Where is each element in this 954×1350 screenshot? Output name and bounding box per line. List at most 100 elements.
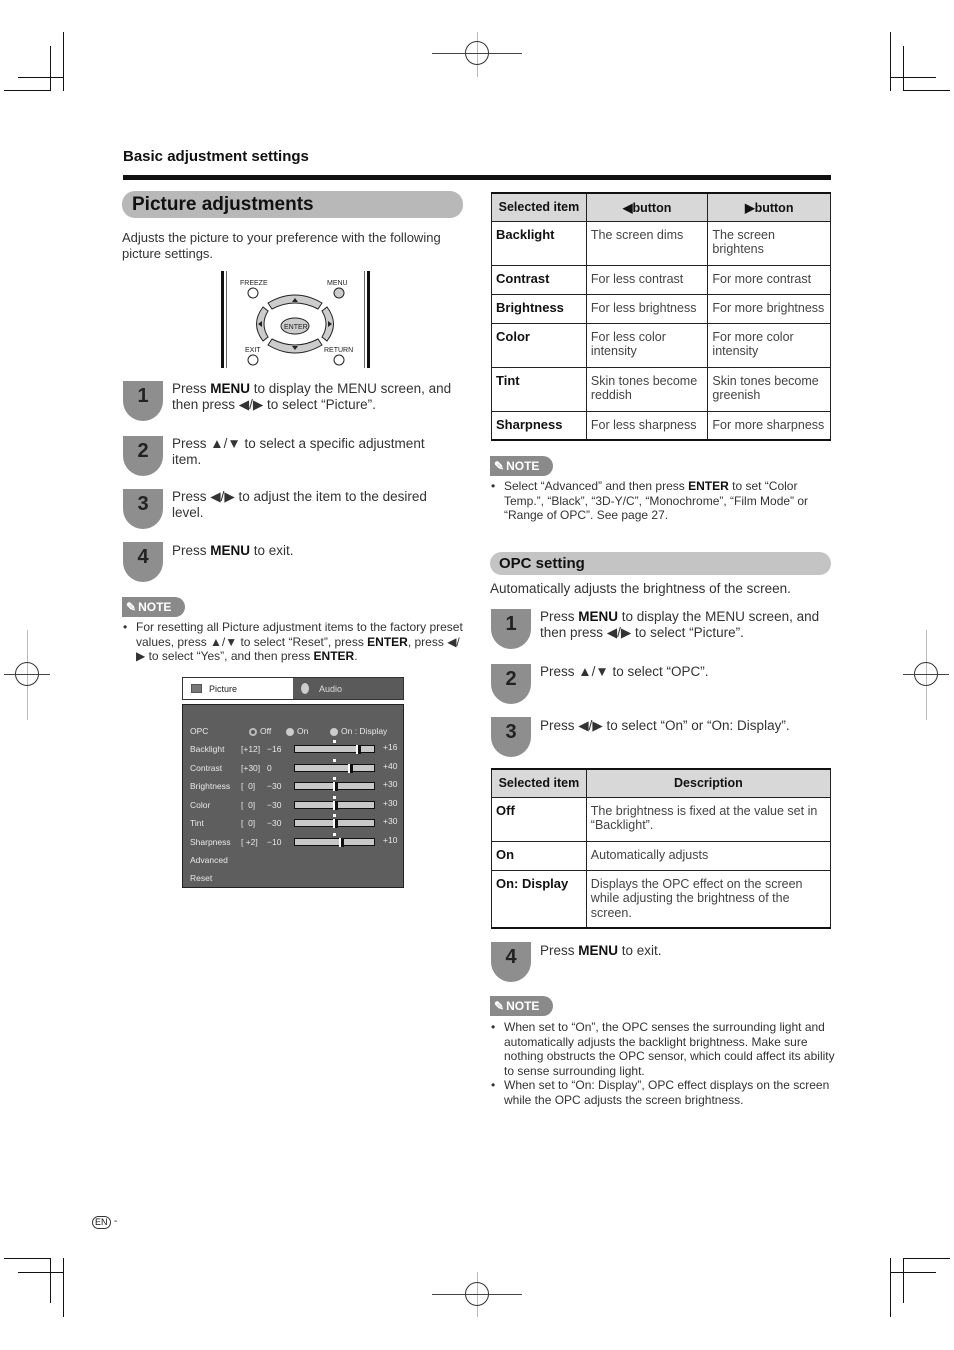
cell-description: The brightness is fixed at the value set… [585,796,832,842]
return-button [333,354,345,366]
table-row: Color For less color intensity For more co… [491,322,831,368]
cell-left-action: Skin tones become reddish [585,366,709,412]
opc-intro: Automatically adjusts the brightness of … [490,581,791,596]
cell-item: Color [491,322,587,368]
picture-icon [191,684,202,693]
slider-center-mark [333,814,336,817]
slider-track[interactable] [294,837,375,847]
slider-center-mark [333,795,336,799]
slider-current-value: [+30] [241,762,261,773]
tab-audio[interactable]: Audio [293,678,403,699]
slider-track[interactable] [294,745,375,754]
slider-center-mark [333,777,336,780]
opc-table: Selected item Description Off The brightn… [491,768,832,929]
menu-button [333,287,345,299]
cell-item: Backlight [491,220,587,266]
slider-thumb[interactable] [338,837,344,847]
slider-thumb[interactable] [332,782,338,791]
slider-label: Brightness [190,781,231,791]
slider-thumb[interactable] [332,800,338,810]
slider-current-value: [ 0] [241,818,256,828]
step-badge: 2 [491,664,531,704]
slider-track[interactable] [294,800,375,810]
opc-option-on[interactable]: On [286,725,308,737]
table-row: On: Display Displays the OPC effect on th… [491,869,832,929]
table-row: Backlight The screen dims The screen brigh… [491,220,831,266]
slider-current-value: [ +2] [241,836,258,847]
note-badge: ✎ NOTE [490,456,553,476]
slider-track[interactable] [294,763,375,773]
slider-center-mark [333,758,336,762]
step-text: Press MENU to display the MENU screen, a… [172,381,452,412]
table-row: Brightness For less brightness For more br… [491,293,831,324]
cell-left-action: For less color intensity [585,322,709,368]
paperclip-icon: ✎ [494,459,505,473]
note-text: Select “Advanced” and then press ENTER t… [490,479,835,523]
opc-option-on-display[interactable]: On : Display [330,725,387,737]
paperclip-icon: ✎ [126,600,137,614]
table-row: Contrast For less contrast For more contra… [491,264,831,295]
slider-current-value: [ 0] [241,799,256,810]
freeze-button [247,287,259,299]
cell-right-action: For more contrast [707,264,831,295]
slider-label: Tint [190,818,204,828]
cell-left-action: The screen dims [585,220,709,266]
svg-text:ENTER: ENTER [284,324,308,331]
cell-item: Tint [491,366,587,412]
step-text: Press ◀/▶ to adjust the item to the desi… [172,489,427,520]
slider-thumb[interactable] [332,819,338,828]
reset-item[interactable]: Reset [190,872,212,884]
cell-right-action: For more color intensity [707,322,831,368]
header-description: Description [585,768,832,798]
section-label: Basic adjustment settings [123,148,309,165]
slider-track[interactable] [294,782,375,791]
page-title: Picture adjustments [122,191,463,218]
menu-label: MENU [327,280,348,287]
slider-min: −30 [267,781,282,791]
language-mark: EN [92,1216,111,1229]
cell-item: Brightness [491,293,587,324]
header-selected-item: Selected item [491,768,587,798]
opc-label: OPC [190,726,209,736]
cell-right-action: Skin tones become greenish [707,366,831,412]
slider-max: +30 [383,816,398,826]
tab-picture[interactable]: Picture [183,678,293,699]
opc-setting-title: OPC setting [490,552,831,575]
step-text: Press ▲/▼ to select “OPC”. [540,664,709,679]
slider-track[interactable] [294,819,375,828]
section-divider [123,175,831,180]
cell-left-action: For less sharpness [585,410,709,441]
slider-center-mark [333,832,336,836]
cell-item: On [491,840,587,871]
table-row: Off The brightness is fixed at the value … [491,796,832,842]
step-badge: 2 [123,436,163,476]
slider-current-value: [ 0] [241,781,256,791]
slider-thumb[interactable] [348,763,354,773]
step-badge: 4 [491,942,531,982]
table-row: Sharpness For less sharpness For more shar… [491,410,831,441]
slider-thumb[interactable] [356,745,362,754]
slider-label: Sharpness [190,836,231,847]
step-badge: 1 [123,381,163,421]
opc-option-off[interactable]: Off [249,725,271,737]
intro-text: Adjusts the picture to your preference w… [122,230,441,261]
step-badge: 3 [491,717,531,757]
slider-min: −30 [267,799,282,810]
audio-icon [301,683,309,694]
cell-left-action: For less contrast [585,264,709,295]
cell-right-action: For more sharpness [707,410,831,441]
slider-current-value: [+12] [241,744,261,754]
step-text: Press ◀/▶ to select “On” or “On: Display… [540,718,790,733]
note-text: When set to “On”, the OPC senses the sur… [490,1020,835,1107]
step-badge: 4 [123,542,163,582]
table-row: On Automatically adjusts [491,840,832,871]
advanced-item[interactable]: Advanced [190,854,228,866]
step-badge: 3 [123,489,163,529]
note-item: When set to “On: Display”, OPC effect di… [490,1078,835,1107]
slider-label: Contrast [190,762,223,773]
note-text: For resetting all Picture adjustment ite… [122,620,467,664]
adjustment-table: Selected item ◀button ▶button Backlight T… [491,192,831,441]
table-row: Tint Skin tones become reddish Skin tones … [491,366,831,412]
page-number-suffix: - [114,1216,118,1227]
slider-min: −30 [267,818,282,828]
